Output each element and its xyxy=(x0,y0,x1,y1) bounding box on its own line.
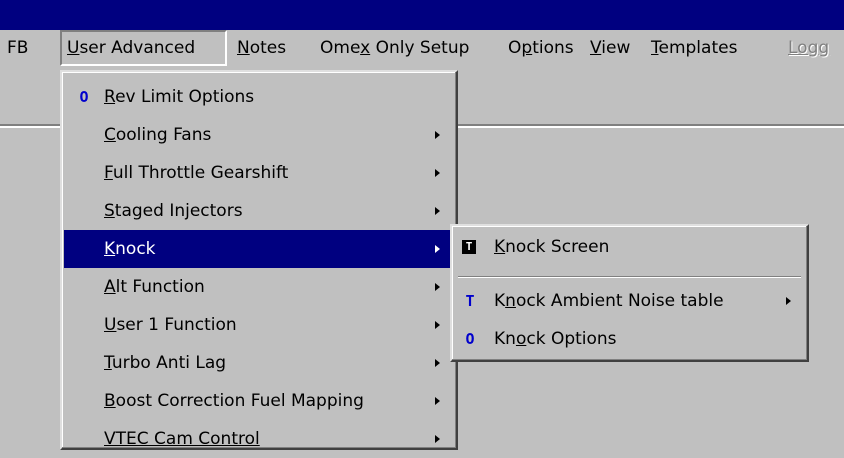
menu-fb[interactable]: FB xyxy=(2,30,33,66)
menu-item-vtec-cam-control[interactable]: VTEC Cam Control xyxy=(64,420,454,458)
submenu-arrow-icon xyxy=(435,359,440,367)
menu-templates[interactable]: Templates xyxy=(646,30,742,66)
submenu-separator xyxy=(458,276,801,278)
submenu-arrow-icon xyxy=(435,169,440,177)
options-icon: O xyxy=(465,330,475,348)
menu-item-rev-limit-options[interactable]: O Rev Limit Options xyxy=(64,78,454,116)
options-icon: O xyxy=(79,88,89,106)
menu-view[interactable]: View xyxy=(585,30,635,66)
submenu-item-knock-ambient-noise-table[interactable]: T Knock Ambient Noise table xyxy=(454,282,805,320)
submenu-arrow-icon xyxy=(435,321,440,329)
menu-bar: FB User Advanced Notes Omex Only Setup O… xyxy=(0,30,844,66)
menu-item-staged-injectors[interactable]: Staged Injectors xyxy=(64,192,454,230)
knock-submenu: T Knock Screen T Knock Ambient Noise tab… xyxy=(450,224,809,362)
menu-item-boost-correction-fuel-mapping[interactable]: Boost Correction Fuel Mapping xyxy=(64,382,454,420)
menu-item-turbo-anti-lag[interactable]: Turbo Anti Lag xyxy=(64,344,454,382)
menu-logging: Logg xyxy=(788,38,830,58)
menu-options[interactable]: Options xyxy=(503,30,579,66)
user-advanced-dropdown: O Rev Limit Options Cooling Fans Full Th… xyxy=(60,70,458,450)
submenu-arrow-icon xyxy=(435,283,440,291)
menu-item-full-throttle-gearshift[interactable]: Full Throttle Gearshift xyxy=(64,154,454,192)
submenu-arrow-icon xyxy=(435,435,440,443)
background-divider-left xyxy=(0,124,64,128)
menu-notes[interactable]: Notes xyxy=(232,30,291,66)
title-bar xyxy=(0,0,844,30)
submenu-item-knock-screen[interactable]: T Knock Screen xyxy=(454,228,805,266)
menu-item-knock[interactable]: Knock xyxy=(64,230,454,268)
submenu-arrow-icon xyxy=(435,397,440,405)
submenu-item-knock-options[interactable]: O Knock Options xyxy=(454,320,805,358)
menu-omex-only-setup[interactable]: Omex Only Setup xyxy=(315,30,474,66)
screen-icon: T xyxy=(462,240,476,254)
menu-item-cooling-fans[interactable]: Cooling Fans xyxy=(64,116,454,154)
submenu-arrow-icon xyxy=(435,207,440,215)
background-divider-right xyxy=(456,124,844,128)
submenu-arrow-icon xyxy=(786,297,791,305)
menu-user-advanced[interactable]: User Advanced xyxy=(60,30,227,66)
submenu-arrow-icon xyxy=(435,131,440,139)
menu-item-user-1-function[interactable]: User 1 Function xyxy=(64,306,454,344)
submenu-arrow-icon xyxy=(435,245,440,253)
menu-item-alt-function[interactable]: Alt Function xyxy=(64,268,454,306)
table-icon: T xyxy=(465,292,475,310)
